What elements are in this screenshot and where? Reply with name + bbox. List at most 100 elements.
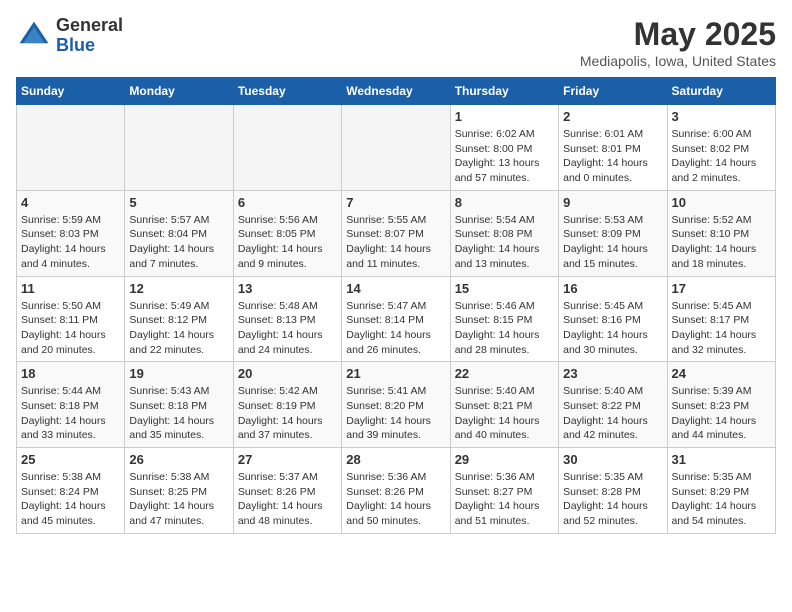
- day-info: Sunrise: 5:49 AMSunset: 8:12 PMDaylight:…: [129, 299, 228, 358]
- day-number: 24: [672, 366, 771, 381]
- day-info: Sunrise: 5:41 AMSunset: 8:20 PMDaylight:…: [346, 384, 445, 443]
- calendar-cell: 30 Sunrise: 5:35 AMSunset: 8:28 PMDayligh…: [559, 448, 667, 534]
- calendar-cell: 15Sunrise: 5:46 AMSunset: 8:15 PMDayligh…: [450, 276, 558, 362]
- day-number: 8: [455, 195, 554, 210]
- calendar-cell: 25 Sunrise: 5:38 AMSunset: 8:24 PMDayligh…: [17, 448, 125, 534]
- day-info: Sunrise: 5:35 AMSunset: 8:29 PMDaylight:…: [672, 470, 771, 529]
- day-info: Sunrise: 5:35 AMSunset: 8:28 PMDaylight:…: [563, 470, 662, 529]
- title-block: May 2025 Mediapolis, Iowa, United States: [580, 16, 776, 69]
- day-info: Sunrise: 5:40 AMSunset: 8:21 PMDaylight:…: [455, 384, 554, 443]
- calendar-cell: [233, 105, 341, 191]
- day-number: 26: [129, 452, 228, 467]
- day-number: 20: [238, 366, 337, 381]
- calendar-cell: 17 Sunrise: 5:45 AMSunset: 8:17 PMDayligh…: [667, 276, 775, 362]
- weekday-friday: Friday: [559, 78, 667, 105]
- location: Mediapolis, Iowa, United States: [580, 53, 776, 69]
- calendar-cell: 13Sunrise: 5:48 AMSunset: 8:13 PMDayligh…: [233, 276, 341, 362]
- calendar-cell: 5 Sunrise: 5:57 AMSunset: 8:04 PMDaylight…: [125, 190, 233, 276]
- day-info: Sunrise: 5:57 AMSunset: 8:04 PMDaylight:…: [129, 213, 228, 272]
- day-info: Sunrise: 5:36 AMSunset: 8:26 PMDaylight:…: [346, 470, 445, 529]
- day-info: Sunrise: 5:37 AMSunset: 8:26 PMDaylight:…: [238, 470, 337, 529]
- calendar-cell: 6 Sunrise: 5:56 AMSunset: 8:05 PMDaylight…: [233, 190, 341, 276]
- day-number: 19: [129, 366, 228, 381]
- day-number: 22: [455, 366, 554, 381]
- calendar-cell: 21Sunrise: 5:41 AMSunset: 8:20 PMDayligh…: [342, 362, 450, 448]
- weekday-tuesday: Tuesday: [233, 78, 341, 105]
- calendar-cell: 8 Sunrise: 5:54 AMSunset: 8:08 PMDaylight…: [450, 190, 558, 276]
- page-header: General Blue May 2025 Mediapolis, Iowa, …: [16, 16, 776, 69]
- day-number: 17: [672, 281, 771, 296]
- day-number: 2: [563, 109, 662, 124]
- calendar-cell: 1 Sunrise: 6:02 AMSunset: 8:00 PMDaylight…: [450, 105, 558, 191]
- calendar-cell: 7Sunrise: 5:55 AMSunset: 8:07 PMDaylight…: [342, 190, 450, 276]
- calendar-cell: 9 Sunrise: 5:53 AMSunset: 8:09 PMDaylight…: [559, 190, 667, 276]
- calendar-cell: 4 Sunrise: 5:59 AMSunset: 8:03 PMDaylight…: [17, 190, 125, 276]
- week-row-4: 18Sunrise: 5:44 AMSunset: 8:18 PMDayligh…: [17, 362, 776, 448]
- calendar-cell: 20 Sunrise: 5:42 AMSunset: 8:19 PMDayligh…: [233, 362, 341, 448]
- calendar-cell: 14 Sunrise: 5:47 AMSunset: 8:14 PMDayligh…: [342, 276, 450, 362]
- day-number: 23: [563, 366, 662, 381]
- day-info: Sunrise: 5:36 AMSunset: 8:27 PMDaylight:…: [455, 470, 554, 529]
- day-info: Sunrise: 6:00 AMSunset: 8:02 PMDaylight:…: [672, 127, 771, 186]
- logo-blue-text: Blue: [56, 36, 123, 56]
- calendar-cell: 24 Sunrise: 5:39 AMSunset: 8:23 PMDayligh…: [667, 362, 775, 448]
- calendar-cell: [342, 105, 450, 191]
- day-info: Sunrise: 5:59 AMSunset: 8:03 PMDaylight:…: [21, 213, 120, 272]
- day-info: Sunrise: 5:50 AMSunset: 8:11 PMDaylight:…: [21, 299, 120, 358]
- day-info: Sunrise: 5:39 AMSunset: 8:23 PMDaylight:…: [672, 384, 771, 443]
- day-info: Sunrise: 5:43 AMSunset: 8:18 PMDaylight:…: [129, 384, 228, 443]
- week-row-3: 11 Sunrise: 5:50 AMSunset: 8:11 PMDayligh…: [17, 276, 776, 362]
- day-info: Sunrise: 5:56 AMSunset: 8:05 PMDaylight:…: [238, 213, 337, 272]
- day-info: Sunrise: 5:40 AMSunset: 8:22 PMDaylight:…: [563, 384, 662, 443]
- day-number: 30: [563, 452, 662, 467]
- day-number: 11: [21, 281, 120, 296]
- day-number: 25: [21, 452, 120, 467]
- day-info: Sunrise: 5:42 AMSunset: 8:19 PMDaylight:…: [238, 384, 337, 443]
- day-info: Sunrise: 5:46 AMSunset: 8:15 PMDaylight:…: [455, 299, 554, 358]
- day-info: Sunrise: 5:45 AMSunset: 8:17 PMDaylight:…: [672, 299, 771, 358]
- day-number: 14: [346, 281, 445, 296]
- logo-general-text: General: [56, 16, 123, 36]
- weekday-thursday: Thursday: [450, 78, 558, 105]
- calendar-cell: 23 Sunrise: 5:40 AMSunset: 8:22 PMDayligh…: [559, 362, 667, 448]
- day-number: 5: [129, 195, 228, 210]
- day-info: Sunrise: 5:47 AMSunset: 8:14 PMDaylight:…: [346, 299, 445, 358]
- calendar-cell: 31 Sunrise: 5:35 AMSunset: 8:29 PMDayligh…: [667, 448, 775, 534]
- logo-icon: [16, 18, 52, 54]
- day-number: 16: [563, 281, 662, 296]
- day-number: 6: [238, 195, 337, 210]
- calendar-table: SundayMondayTuesdayWednesdayThursdayFrid…: [16, 77, 776, 534]
- month-title: May 2025: [580, 16, 776, 53]
- weekday-header-row: SundayMondayTuesdayWednesdayThursdayFrid…: [17, 78, 776, 105]
- calendar-cell: 22 Sunrise: 5:40 AMSunset: 8:21 PMDayligh…: [450, 362, 558, 448]
- weekday-wednesday: Wednesday: [342, 78, 450, 105]
- day-info: Sunrise: 5:54 AMSunset: 8:08 PMDaylight:…: [455, 213, 554, 272]
- day-number: 9: [563, 195, 662, 210]
- week-row-5: 25 Sunrise: 5:38 AMSunset: 8:24 PMDayligh…: [17, 448, 776, 534]
- day-info: Sunrise: 5:45 AMSunset: 8:16 PMDaylight:…: [563, 299, 662, 358]
- calendar-body: 1 Sunrise: 6:02 AMSunset: 8:00 PMDaylight…: [17, 105, 776, 534]
- calendar-cell: [125, 105, 233, 191]
- day-info: Sunrise: 6:02 AMSunset: 8:00 PMDaylight:…: [455, 127, 554, 186]
- day-info: Sunrise: 5:38 AMSunset: 8:24 PMDaylight:…: [21, 470, 120, 529]
- weekday-monday: Monday: [125, 78, 233, 105]
- day-number: 31: [672, 452, 771, 467]
- day-number: 10: [672, 195, 771, 210]
- weekday-saturday: Saturday: [667, 78, 775, 105]
- week-row-1: 1 Sunrise: 6:02 AMSunset: 8:00 PMDaylight…: [17, 105, 776, 191]
- day-info: Sunrise: 5:52 AMSunset: 8:10 PMDaylight:…: [672, 213, 771, 272]
- day-number: 29: [455, 452, 554, 467]
- day-info: Sunrise: 5:53 AMSunset: 8:09 PMDaylight:…: [563, 213, 662, 272]
- week-row-2: 4 Sunrise: 5:59 AMSunset: 8:03 PMDaylight…: [17, 190, 776, 276]
- logo: General Blue: [16, 16, 123, 56]
- day-info: Sunrise: 5:44 AMSunset: 8:18 PMDaylight:…: [21, 384, 120, 443]
- day-info: Sunrise: 6:01 AMSunset: 8:01 PMDaylight:…: [563, 127, 662, 186]
- day-info: Sunrise: 5:38 AMSunset: 8:25 PMDaylight:…: [129, 470, 228, 529]
- calendar-cell: 26 Sunrise: 5:38 AMSunset: 8:25 PMDayligh…: [125, 448, 233, 534]
- calendar-cell: 27Sunrise: 5:37 AMSunset: 8:26 PMDayligh…: [233, 448, 341, 534]
- day-number: 28: [346, 452, 445, 467]
- calendar-cell: 10 Sunrise: 5:52 AMSunset: 8:10 PMDayligh…: [667, 190, 775, 276]
- day-number: 4: [21, 195, 120, 210]
- day-number: 1: [455, 109, 554, 124]
- calendar-cell: 11 Sunrise: 5:50 AMSunset: 8:11 PMDayligh…: [17, 276, 125, 362]
